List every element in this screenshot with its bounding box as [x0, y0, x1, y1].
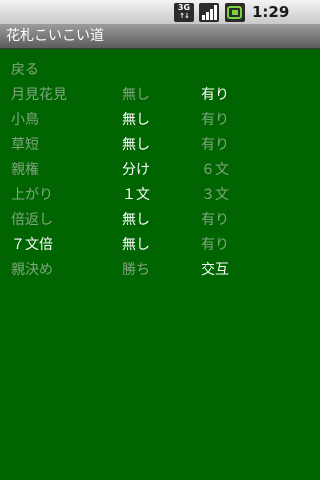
rule-row-kotori: 小鳥 無し 有り: [0, 108, 320, 133]
rule-label: 上がり: [11, 187, 53, 203]
network-3g-icon: 3G ↑↓: [174, 3, 194, 22]
option-yes[interactable]: 有り: [201, 83, 229, 108]
option-winner[interactable]: 勝ち: [122, 258, 150, 283]
title-bar: 花札こいこい道: [0, 25, 320, 49]
rule-label: 親権: [11, 162, 39, 178]
option-yes[interactable]: 有り: [201, 233, 229, 258]
option-yes[interactable]: 有り: [201, 133, 229, 158]
option-none[interactable]: 無し: [122, 83, 150, 108]
app-title: 花札こいこい道: [6, 28, 104, 44]
rules-menu: 戻る 月見花見 無し 有り 小鳥 無し 有り 草短 無し 有り 親権 分け ６文…: [0, 49, 320, 480]
option-none[interactable]: 無し: [122, 233, 150, 258]
option-3mon[interactable]: ３文: [201, 183, 229, 208]
rule-row-7mon-bai: ７文倍 無し 有り: [0, 233, 320, 258]
battery-charging-icon: [225, 3, 245, 22]
back-button[interactable]: 戻る: [11, 59, 39, 81]
rule-label: ７文倍: [11, 237, 53, 253]
option-none[interactable]: 無し: [122, 108, 150, 133]
rule-label: 草短: [11, 137, 39, 153]
rule-row-oyaken: 親権 分け ６文: [0, 158, 320, 183]
status-bar: 3G ↑↓ 1:29 PM: [0, 0, 320, 46]
rule-row-tsukimi-hanami: 月見花見 無し 有り: [0, 83, 320, 108]
rule-label: 小鳥: [11, 112, 39, 128]
rule-label: 親決め: [11, 262, 53, 278]
option-1mon[interactable]: １文: [122, 183, 150, 208]
rule-label: 倍返し: [11, 212, 53, 228]
clock: 1:29 PM: [252, 3, 290, 46]
option-6mon[interactable]: ６文: [201, 158, 229, 183]
option-none[interactable]: 無し: [122, 208, 150, 233]
network-type-label: 3G: [177, 3, 191, 12]
rule-row-oyakime: 親決め 勝ち 交互: [0, 258, 320, 283]
option-yes[interactable]: 有り: [201, 108, 229, 133]
rule-row-agari: 上がり １文 ３文: [0, 183, 320, 208]
option-none[interactable]: 無し: [122, 133, 150, 158]
rule-row-kusatan: 草短 無し 有り: [0, 133, 320, 158]
option-alternate[interactable]: 交互: [201, 258, 229, 283]
rule-row-baigaeshi: 倍返し 無し 有り: [0, 208, 320, 233]
signal-strength-icon: [199, 3, 219, 22]
option-yes[interactable]: 有り: [201, 208, 229, 233]
rule-label: 月見花見: [11, 87, 67, 103]
option-split[interactable]: 分け: [122, 158, 150, 183]
